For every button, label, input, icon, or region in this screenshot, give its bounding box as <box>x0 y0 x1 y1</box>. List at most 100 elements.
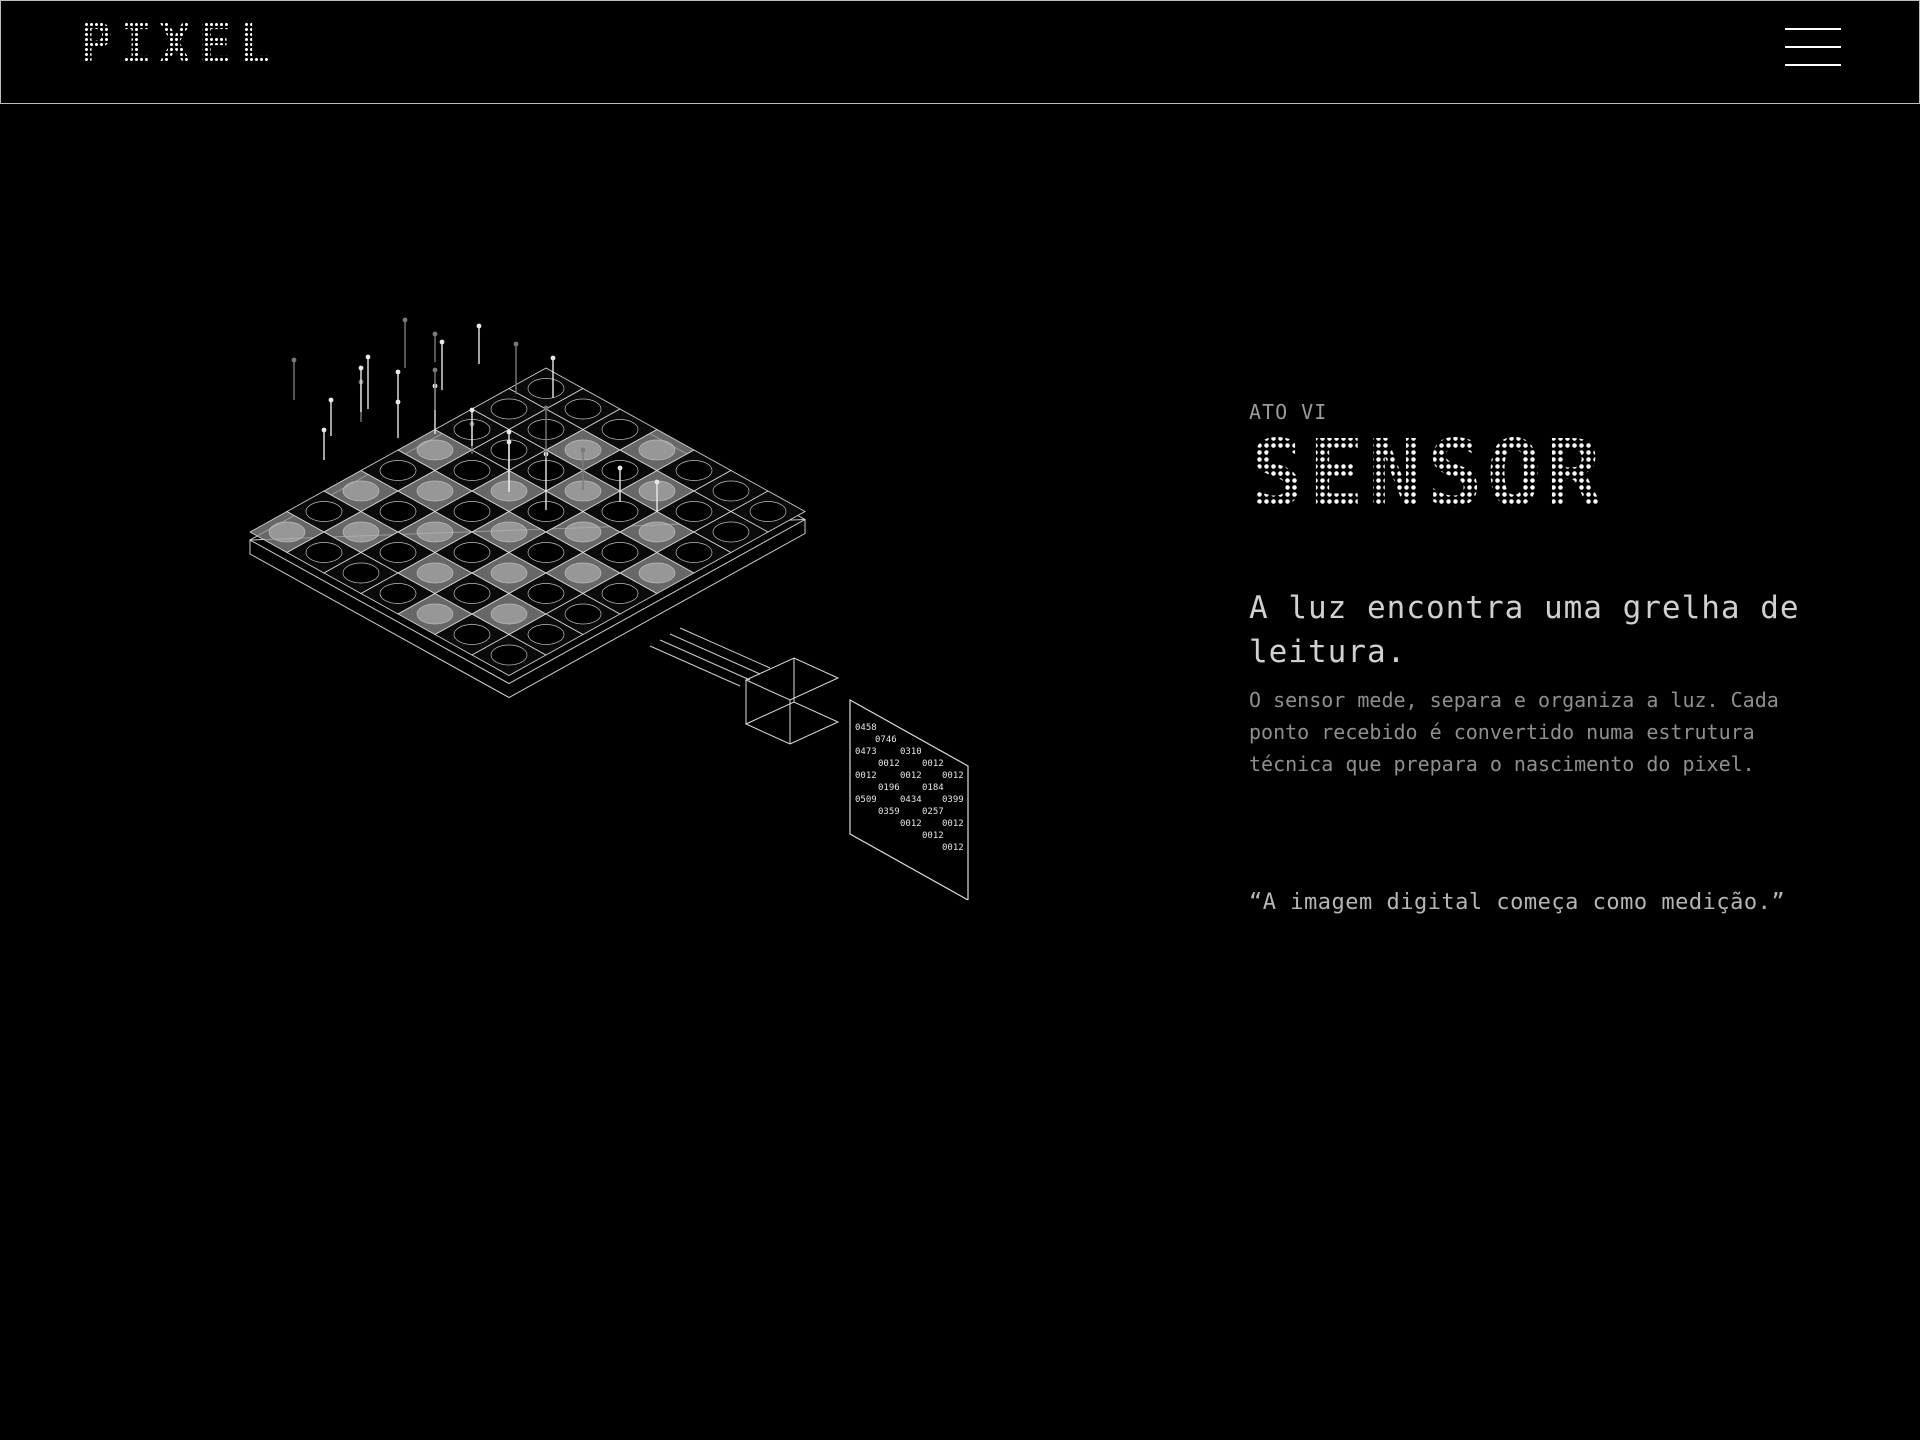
sensor-lens <box>564 521 602 543</box>
sensor-lens <box>638 562 676 584</box>
sensor-lens <box>416 603 454 625</box>
readout-value: 0012 <box>922 831 944 841</box>
light-pin-head <box>432 331 438 337</box>
light-pin-head <box>469 407 475 413</box>
readout-value: 0257 <box>922 807 944 817</box>
sensor-lens <box>453 460 491 481</box>
menu-button[interactable] <box>1785 28 1841 66</box>
sensor-lens <box>601 583 639 604</box>
light-pin-head <box>543 405 549 411</box>
sensor-lens <box>527 542 565 563</box>
light-pin-head <box>439 339 445 345</box>
sensor-lens <box>675 542 713 563</box>
sensor-lens <box>379 460 417 481</box>
sensor-lens <box>527 378 565 399</box>
hamburger-menu-icon <box>1785 28 1841 30</box>
sensor-lens <box>675 501 713 522</box>
sensor-lens <box>416 562 454 584</box>
hamburger-menu-icon <box>1785 46 1841 48</box>
readout-value: 0473 <box>855 747 877 757</box>
sensor-lens <box>601 542 639 563</box>
light-pin-head <box>617 465 623 471</box>
sensor-lens <box>490 398 528 420</box>
sensor-lens <box>305 542 343 563</box>
light-pin-head <box>291 357 297 363</box>
sensor-lens <box>712 521 750 543</box>
act-section: ATO VI SENSOR A luz encontra uma grelha … <box>1249 400 1849 915</box>
section-body: O sensor mede, separa e organiza a luz. … <box>1249 688 1779 776</box>
readout-value: 0012 <box>942 819 964 829</box>
sensor-lens <box>379 542 417 563</box>
readout-value: 0012 <box>900 819 922 829</box>
readout-value: 0012 <box>942 771 964 781</box>
sensor-lens <box>564 562 602 584</box>
sensor-lens <box>342 521 380 543</box>
sensor-lens <box>453 583 491 604</box>
sensor-lens <box>601 419 639 440</box>
readout-value: 0310 <box>900 747 922 757</box>
light-pin-head <box>328 397 334 403</box>
sensor-lens <box>379 583 417 604</box>
sensor-lens <box>490 562 528 584</box>
light-pin-head <box>580 447 586 453</box>
readout-value: 0196 <box>878 783 900 793</box>
light-pin-head <box>550 355 556 361</box>
light-pin-head <box>476 323 482 329</box>
readout-value: 0012 <box>942 843 964 853</box>
sensor-lens <box>601 501 639 522</box>
section-lead: A luz encontra uma grelha de leitura. <box>1249 590 1800 670</box>
sensor-illustration: 045807460473 03100012 00120012 0012 00120196… <box>248 317 969 900</box>
readout-value: 0746 <box>875 735 897 745</box>
sensor-lens <box>527 583 565 604</box>
sensor-lens <box>416 439 454 461</box>
section-title: SENSOR <box>1249 428 1849 520</box>
sensor-lens <box>453 624 491 645</box>
readout-value: 0012 <box>900 771 922 781</box>
sensor-lens <box>564 603 602 625</box>
readout-value: 0509 <box>855 795 877 805</box>
readout-value: 0359 <box>878 807 900 817</box>
sensor-lens <box>342 480 380 502</box>
light-pin-head <box>402 317 408 323</box>
sensor-lens <box>453 501 491 522</box>
sensor-lens <box>490 521 528 543</box>
hamburger-menu-icon <box>1785 64 1841 66</box>
light-pin-head <box>358 365 364 371</box>
sensor-lens <box>268 521 306 543</box>
readout-value: 0012 <box>855 771 877 781</box>
light-pin-head <box>395 369 401 375</box>
light-pin-head <box>654 479 660 485</box>
sensor-lens <box>564 398 602 420</box>
readout-value: 0434 <box>900 795 922 805</box>
readout-value: 0184 <box>922 783 944 793</box>
sensor-lens <box>379 501 417 522</box>
sensor-lens <box>453 542 491 563</box>
sensor-lens <box>675 460 713 481</box>
light-pin-head <box>506 429 512 435</box>
sensor-lens <box>749 501 787 522</box>
section-quote: “A imagem digital começa como medição.” <box>1249 890 1786 915</box>
sensor-lens <box>527 624 565 645</box>
readout-value: 0458 <box>855 723 877 733</box>
sensor-grid <box>248 367 807 699</box>
readout-panel: 045807460473 03100012 00120012 0012 00120196… <box>849 698 969 900</box>
sensor-lens <box>490 644 528 666</box>
sensor-lens <box>305 501 343 522</box>
sensor-lens <box>342 562 380 584</box>
light-pin-head <box>432 367 438 373</box>
light-pin-head <box>513 341 519 347</box>
readout-value: 0012 <box>878 759 900 769</box>
sensor-lens <box>416 521 454 543</box>
sensor-lens <box>712 480 750 502</box>
readout-value: 0012 <box>922 759 944 769</box>
sensor-lens <box>416 480 454 502</box>
light-pin-head <box>365 354 371 360</box>
sensor-lens <box>490 603 528 625</box>
top-bar: PIXEL <box>0 0 1920 104</box>
light-pin-head <box>321 427 327 433</box>
sensor-lens <box>638 439 676 461</box>
sensor-lens <box>638 521 676 543</box>
readout-value: 0399 <box>942 795 964 805</box>
processing-chip <box>744 657 840 745</box>
logo[interactable]: PIXEL <box>79 17 278 73</box>
